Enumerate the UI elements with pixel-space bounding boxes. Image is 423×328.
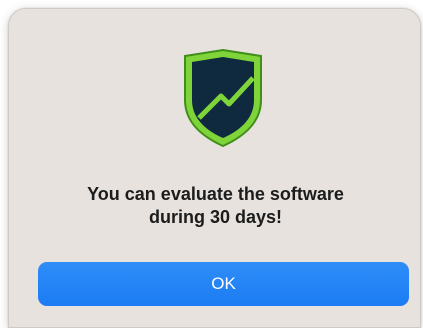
message-line-1: You can evaluate the software bbox=[87, 184, 344, 204]
alert-dialog: You can evaluate the software during 30 … bbox=[8, 8, 421, 328]
shield-trend-icon bbox=[184, 48, 262, 148]
ok-button[interactable]: OK bbox=[38, 262, 409, 306]
dialog-message: You can evaluate the software during 30 … bbox=[9, 183, 420, 229]
message-line-2: during 30 days! bbox=[148, 207, 283, 227]
